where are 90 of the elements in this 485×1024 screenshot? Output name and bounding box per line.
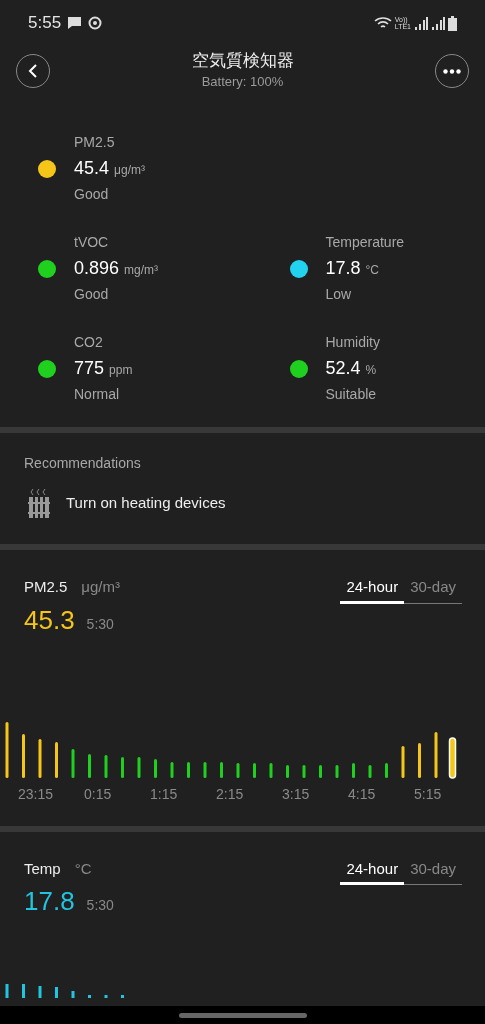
chart-bar bbox=[253, 762, 256, 778]
chart-bar bbox=[220, 761, 223, 778]
axis-label: 0:15 bbox=[84, 784, 113, 804]
axis-label: 4:15 bbox=[348, 784, 377, 804]
chart-bar bbox=[38, 986, 42, 998]
range-tab[interactable]: 24-hour bbox=[340, 576, 405, 604]
chart-bar bbox=[88, 995, 91, 998]
range-tab[interactable]: 24-hour bbox=[340, 857, 405, 885]
chart-bar bbox=[88, 753, 91, 778]
more-icon bbox=[443, 68, 461, 74]
chart-bar bbox=[418, 742, 421, 778]
metric-status: Low bbox=[325, 285, 353, 304]
chart-bar bbox=[5, 721, 9, 778]
metric-value: 775 bbox=[74, 357, 105, 380]
metric-name: CO2 bbox=[74, 333, 104, 352]
metric-status: Good bbox=[74, 185, 110, 204]
chart-bar bbox=[335, 764, 339, 778]
chart-bar bbox=[368, 764, 372, 778]
axis-label: 2:15 bbox=[216, 784, 245, 804]
home-indicator[interactable] bbox=[178, 1012, 307, 1018]
battery-icon bbox=[448, 15, 457, 31]
metric-status: Suitable bbox=[325, 385, 378, 404]
chart-title: Temp bbox=[24, 858, 61, 879]
reading-time: 5:30 bbox=[86, 614, 114, 634]
metric-value: 45.4 bbox=[74, 157, 110, 180]
metric-unit: % bbox=[365, 362, 377, 379]
range-tab[interactable]: 30-day bbox=[404, 576, 462, 604]
axis-label: 3:15 bbox=[282, 784, 311, 804]
chart-bar bbox=[104, 995, 108, 998]
wifi-icon bbox=[373, 16, 392, 30]
back-icon bbox=[28, 63, 38, 79]
chart-bar bbox=[170, 761, 174, 778]
sync-icon bbox=[88, 16, 103, 30]
chart-bar bbox=[38, 738, 42, 778]
chart-bar bbox=[121, 995, 124, 998]
chart-bar bbox=[352, 762, 355, 778]
metric-value: 0.896 bbox=[74, 257, 120, 280]
metric-value: 52.4 bbox=[325, 357, 361, 380]
chart-unit: °C bbox=[74, 858, 92, 879]
axis-label: 1:15 bbox=[150, 784, 179, 804]
clock: 5:55 bbox=[28, 12, 62, 35]
chart-bar bbox=[269, 762, 273, 778]
chart-bar bbox=[55, 741, 58, 778]
axis-label: 5:15 bbox=[414, 784, 443, 804]
radiator-icon bbox=[28, 488, 50, 518]
chart-bar bbox=[236, 762, 240, 778]
chart-bar bbox=[187, 761, 190, 778]
chart-bar bbox=[104, 754, 108, 778]
reading-time: 5:30 bbox=[86, 896, 114, 915]
metric-name: Humidity bbox=[325, 333, 380, 352]
current-reading: 45.3 bbox=[24, 603, 75, 637]
chart-bar bbox=[448, 736, 457, 779]
metric-status: Normal bbox=[74, 385, 121, 404]
metric-status: Good bbox=[74, 285, 110, 304]
chart-bar bbox=[319, 764, 322, 778]
chart-bar bbox=[434, 731, 438, 778]
current-reading: 17.8 bbox=[24, 885, 75, 918]
chart-bar bbox=[55, 987, 58, 998]
metric-name: Temperature bbox=[325, 233, 405, 252]
metric-name: PM2.5 bbox=[74, 133, 116, 152]
chart-title: PM2.5 bbox=[24, 577, 68, 597]
window-title: 空気質検知器 bbox=[191, 50, 294, 73]
metric-value: 17.8 bbox=[325, 257, 361, 280]
chart-bar bbox=[22, 733, 25, 778]
battery-status: Battery: 100% bbox=[201, 73, 284, 92]
signal-icon bbox=[431, 16, 445, 30]
chart-bar bbox=[154, 758, 157, 778]
chart-bar bbox=[286, 764, 289, 778]
chart-bar bbox=[385, 762, 388, 778]
chart-bar bbox=[22, 984, 25, 998]
section-title: Recommendations bbox=[24, 454, 142, 473]
metric-name: tVOC bbox=[74, 233, 110, 252]
metric-unit: mg/m³ bbox=[124, 262, 159, 279]
recommendation-text: Turn on heating devices bbox=[66, 492, 226, 513]
metric-unit: °C bbox=[365, 262, 379, 279]
metric-unit: ppm bbox=[109, 362, 133, 379]
chart-bar bbox=[302, 764, 306, 778]
chart-unit: μg/m³ bbox=[81, 577, 120, 597]
range-tab[interactable]: 30-day bbox=[404, 857, 462, 885]
chart-bar bbox=[71, 991, 75, 998]
metric-unit: μg/m³ bbox=[114, 162, 145, 179]
message-icon bbox=[67, 16, 83, 30]
axis-label: 23:15 bbox=[18, 784, 55, 804]
signal-icon bbox=[414, 16, 428, 30]
chart-bar bbox=[121, 756, 124, 778]
chart-bar bbox=[137, 756, 141, 778]
chart-bar bbox=[401, 745, 405, 778]
chart-bar bbox=[203, 761, 207, 778]
chart-bar bbox=[71, 748, 75, 778]
chart-bar bbox=[5, 984, 9, 998]
